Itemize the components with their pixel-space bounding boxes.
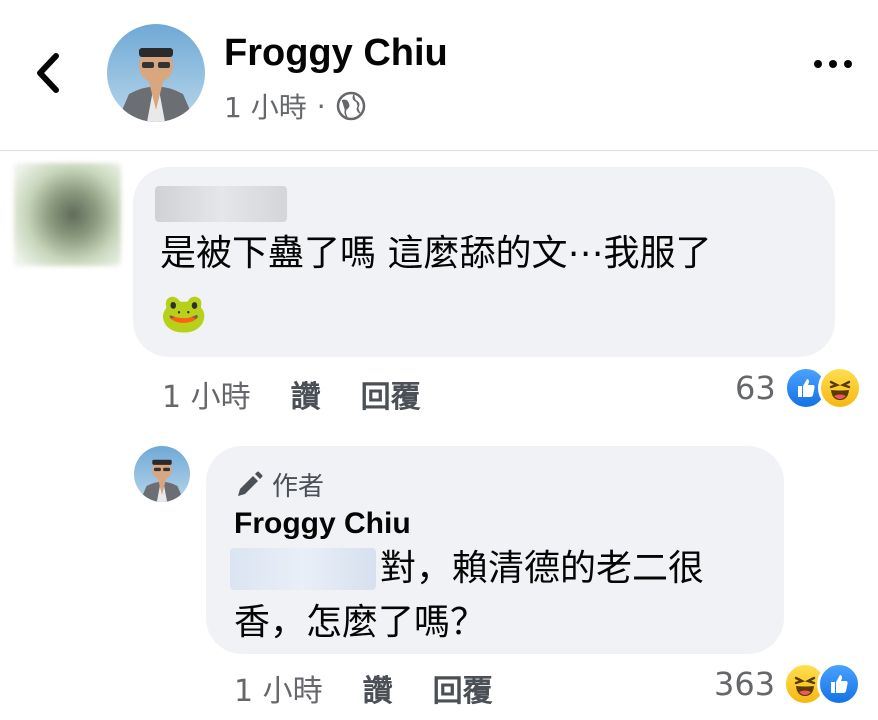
pencil-icon	[238, 471, 263, 496]
author-badge: 作者	[234, 466, 324, 503]
reply-time[interactable]: 1 小時	[234, 666, 323, 710]
comment-reactions[interactable]: 63	[735, 366, 862, 410]
reply-text: 對，賴清德的老二很 香，怎麼了嗎？	[234, 542, 774, 650]
comment-actions: 1 小時 讚 回覆	[162, 372, 461, 416]
globe-icon	[336, 91, 365, 121]
reply-author-avatar[interactable]	[134, 446, 190, 502]
meta-separator: ·	[316, 89, 326, 123]
reaction-count: 363	[714, 665, 776, 703]
haha-icon	[817, 366, 862, 410]
reply-actions: 1 小時 讚 回覆	[234, 666, 533, 710]
commenter-name-redacted[interactable]	[155, 186, 287, 222]
chevron-left-icon	[37, 53, 59, 93]
comment-like-button[interactable]: 讚	[291, 372, 321, 416]
reply-reactions[interactable]: 363	[714, 662, 862, 706]
author-badge-label: 作者	[272, 472, 325, 502]
more-options-button[interactable]	[814, 60, 852, 68]
reply-reply-button[interactable]: 回覆	[433, 666, 493, 710]
commenter-avatar[interactable]	[14, 163, 121, 266]
reply-author-name[interactable]: Froggy Chiu	[234, 504, 411, 544]
reply-text-line1: 對，賴清德的老二很	[380, 548, 705, 589]
post-time[interactable]: 1 小時	[224, 86, 307, 126]
reaction-count: 63	[735, 369, 776, 407]
more-horizontal-icon	[814, 60, 822, 68]
comment-text: 是被下蠱了嗎 這麼舔的文⋯我服了	[160, 233, 712, 274]
comment-time[interactable]: 1 小時	[162, 372, 251, 416]
back-button[interactable]	[28, 48, 68, 98]
author-avatar[interactable]	[107, 24, 205, 122]
like-icon	[817, 662, 862, 706]
reply-like-button[interactable]: 讚	[363, 666, 393, 710]
reply-text-line2: 香，怎麼了嗎？	[234, 602, 487, 643]
post-author-name[interactable]: Froggy Chiu	[224, 30, 448, 76]
comment-reply-button[interactable]: 回覆	[361, 372, 421, 416]
frog-emoji: 🐸	[160, 291, 208, 335]
post-meta: 1 小時 ·	[224, 86, 366, 126]
post-header: Froggy Chiu 1 小時 ·	[0, 0, 878, 151]
